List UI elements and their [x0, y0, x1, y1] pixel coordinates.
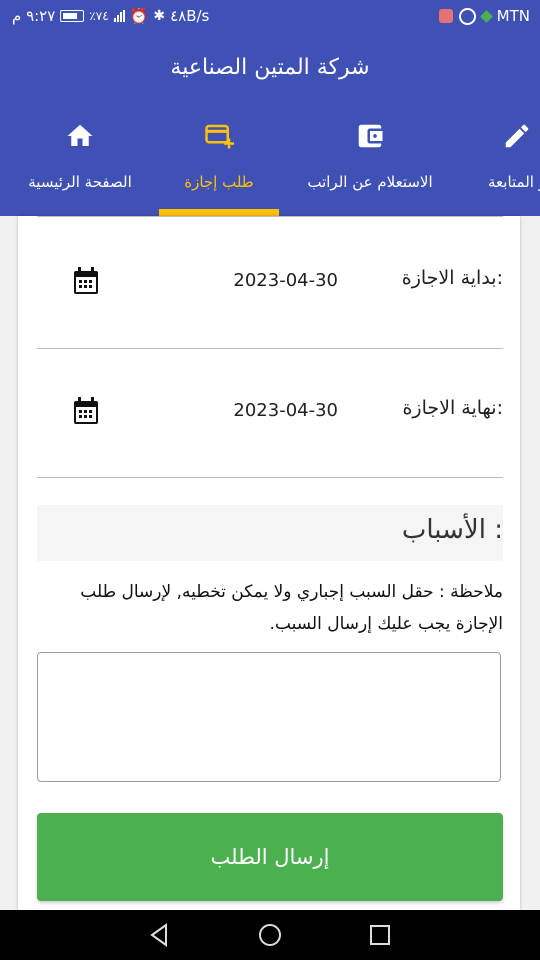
- app-title: شركة المتين الصناعية: [170, 55, 370, 80]
- signal-icon: [113, 10, 125, 22]
- carrier: MTN: [496, 7, 530, 25]
- tab-home[interactable]: الصفحة الرئيسية: [0, 111, 160, 216]
- sim-icon: [438, 9, 453, 23]
- leave-form-card: بداية الاجازة: 2023-04-30 نهاية الاجازة:…: [18, 216, 520, 910]
- end-date-row[interactable]: نهاية الاجازة: 2023-04-30: [37, 347, 503, 478]
- calendar-icon[interactable]: [73, 267, 99, 295]
- card-add-icon: [205, 124, 234, 149]
- active-tab-indicator: [159, 209, 279, 216]
- reasons-heading-box: الأسباب :: [37, 505, 503, 561]
- home-circle-icon[interactable]: [255, 920, 285, 950]
- tab-home-label: الصفحة الرئيسية: [28, 173, 132, 191]
- status-right: MTN: [438, 7, 530, 25]
- status-bar: ٩:٢٧ م ٪٧٤ ⏰ ✱ ٤٨B/s MTN: [0, 0, 540, 33]
- tab-salary[interactable]: الاستعلام عن الراتب: [280, 111, 460, 216]
- home-icon: [67, 124, 93, 146]
- submit-button[interactable]: إرسال الطلب: [37, 813, 503, 901]
- start-date-row[interactable]: بداية الاجازة: 2023-04-30: [37, 216, 503, 349]
- start-date-value[interactable]: 2023-04-30: [233, 270, 338, 291]
- reasons-heading: الأسباب :: [401, 515, 503, 545]
- tab-leave-request-label: طلب إجازة: [184, 173, 254, 191]
- battery-icon: [60, 10, 85, 22]
- reason-input[interactable]: [37, 652, 501, 782]
- end-date-value[interactable]: 2023-04-30: [233, 400, 338, 421]
- tab-follow-up[interactable]: و المتابعة: [462, 111, 540, 216]
- back-icon[interactable]: [144, 920, 174, 950]
- diamond-icon: [479, 9, 493, 23]
- tab-follow-up-label: و المتابعة: [488, 173, 540, 191]
- tab-bar: الصفحة الرئيسية طلب إجازة الاستعلام عن ا…: [0, 111, 540, 216]
- tab-leave-request[interactable]: طلب إجازة: [159, 111, 279, 216]
- net-speed: ٤٨B/s: [170, 7, 210, 25]
- recents-icon[interactable]: [365, 920, 395, 950]
- wallet-icon: [358, 124, 383, 148]
- system-nav-bar: [0, 910, 540, 960]
- status-left: ٩:٢٧ م ٪٧٤ ⏰ ✱ ٤٨B/s: [12, 7, 209, 25]
- alarm-icon: ⏰: [129, 7, 149, 25]
- tab-salary-label: الاستعلام عن الراتب: [307, 173, 433, 191]
- start-date-label: بداية الاجازة:: [401, 267, 503, 289]
- app-bar: شركة المتين الصناعية الصفحة الرئيسية طلب…: [0, 33, 540, 216]
- bluetooth-icon: ✱: [153, 8, 166, 24]
- edit-icon: [505, 124, 529, 148]
- note-text: ملاحظة : حقل السبب إجباري ولا يمكن تخطيه…: [80, 582, 503, 634]
- calendar-icon[interactable]: [73, 397, 99, 425]
- whatsapp-icon: [458, 7, 476, 25]
- clock: ٩:٢٧ م: [12, 7, 56, 25]
- battery-percent: ٪٧٤: [89, 9, 109, 23]
- end-date-label: نهاية الاجازة:: [402, 397, 503, 419]
